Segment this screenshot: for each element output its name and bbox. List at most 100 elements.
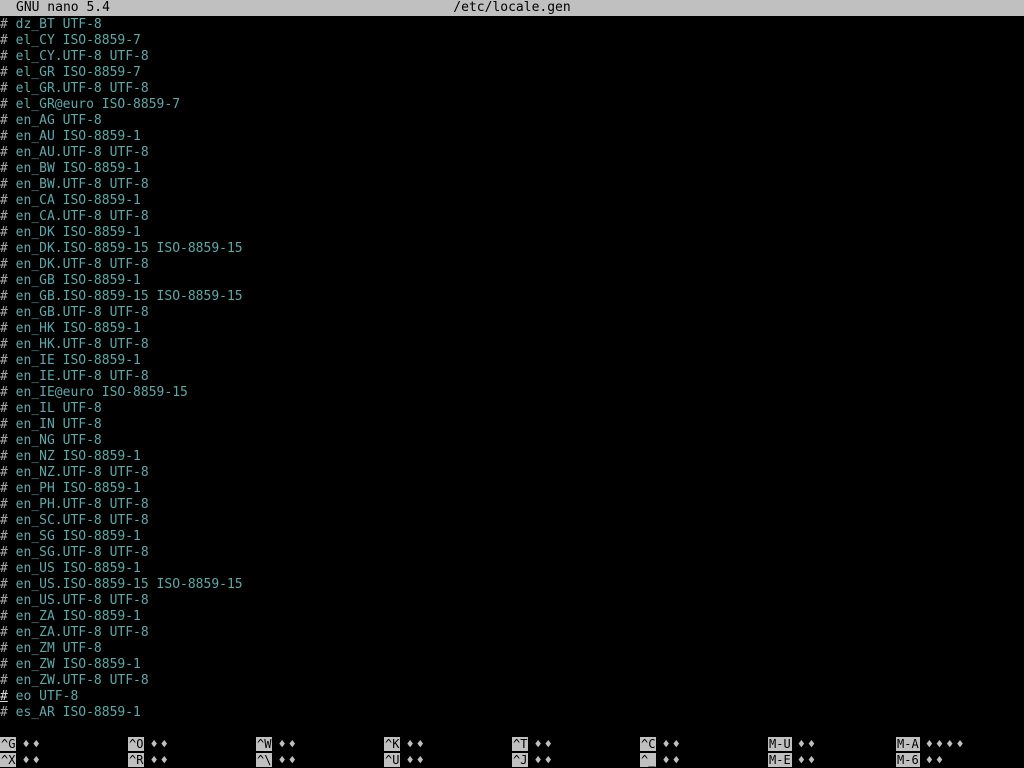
shortcut-label: ♦♦ [797,753,819,767]
editor-line[interactable]: # en_SG ISO-8859-1 [0,529,1024,545]
comment-marker: # [0,33,8,48]
line-text: dz_BT UTF-8 [7,17,102,32]
editor-line[interactable]: # en_PH.UTF-8 UTF-8 [0,497,1024,513]
line-text: es_AR ISO-8859-1 [7,705,141,720]
editor-line[interactable]: # en_DK ISO-8859-1 [0,225,1024,241]
line-text: en_ZM UTF-8 [7,641,102,656]
editor-line[interactable]: # en_BW.UTF-8 UTF-8 [0,177,1024,193]
editor-line[interactable]: # el_CY ISO-8859-7 [0,33,1024,49]
comment-marker: # [0,449,8,464]
editor-line[interactable]: # en_ZM UTF-8 [0,641,1024,657]
editor-line[interactable]: # en_US.UTF-8 UTF-8 [0,593,1024,609]
shortcut-label: ♦♦ [797,737,819,751]
shortcut-item[interactable]: ^T ♦♦ [512,737,555,752]
editor-line[interactable]: # el_GR.UTF-8 UTF-8 [0,81,1024,97]
shortcut-item[interactable]: ^\ ♦♦ [256,753,299,768]
comment-marker: # [0,609,8,624]
editor-line[interactable]: # en_NZ.UTF-8 UTF-8 [0,465,1024,481]
editor-line[interactable]: # en_ZA ISO-8859-1 [0,609,1024,625]
editor-line[interactable]: # en_IE.UTF-8 UTF-8 [0,369,1024,385]
editor-line[interactable]: # en_CA.UTF-8 UTF-8 [0,209,1024,225]
editor-line[interactable]: # el_GR ISO-8859-7 [0,65,1024,81]
editor-line[interactable]: # el_CY.UTF-8 UTF-8 [0,49,1024,65]
comment-marker: # [0,305,8,320]
editor-line[interactable]: # en_AU.UTF-8 UTF-8 [0,145,1024,161]
editor-line[interactable]: # en_IN UTF-8 [0,417,1024,433]
editor-line[interactable]: # en_GB ISO-8859-1 [0,273,1024,289]
shortcut-key: ^_ [640,753,657,767]
editor-line[interactable]: # dz_BT UTF-8 [0,17,1024,33]
comment-marker: # [0,177,8,192]
editor-line[interactable]: # en_US ISO-8859-1 [0,561,1024,577]
comment-marker: # [0,641,8,656]
comment-marker: # [0,417,8,432]
editor-line[interactable]: # en_HK.UTF-8 UTF-8 [0,337,1024,353]
editor-line[interactable]: # en_NG UTF-8 [0,433,1024,449]
comment-marker: # [0,529,8,544]
editor-line[interactable]: # en_SG.UTF-8 UTF-8 [0,545,1024,561]
editor-line[interactable]: # eo UTF-8 [0,689,1024,705]
comment-marker: # [0,593,8,608]
editor-line[interactable]: # en_NZ ISO-8859-1 [0,449,1024,465]
shortcut-item[interactable]: ^W ♦♦ [256,737,299,752]
editor-line[interactable]: # en_US.ISO-8859-15 ISO-8859-15 [0,577,1024,593]
shortcut-item[interactable]: ^O ♦♦ [128,737,171,752]
editor-line[interactable]: # en_HK ISO-8859-1 [0,321,1024,337]
line-text: eo UTF-8 [7,689,79,704]
comment-marker: # [0,161,8,176]
editor-line[interactable]: # en_GB.ISO-8859-15 ISO-8859-15 [0,289,1024,305]
shortcut-key: ^C [640,737,657,751]
editor-line[interactable]: # en_AG UTF-8 [0,113,1024,129]
comment-marker: # [0,193,8,208]
line-text: en_IE@euro ISO-8859-15 [7,385,188,400]
shortcut-item[interactable]: ^U ♦♦ [384,753,427,768]
comment-marker: # [0,465,8,480]
line-text: el_CY.UTF-8 UTF-8 [7,49,149,64]
editor-line[interactable]: # en_DK.UTF-8 UTF-8 [0,257,1024,273]
shortcut-item[interactable]: ^_ ♦♦ [640,753,683,768]
editor-line[interactable]: # en_IE ISO-8859-1 [0,353,1024,369]
shortcut-item[interactable]: M-A ♦♦♦♦ [896,737,967,752]
editor-line[interactable]: # el_GR@euro ISO-8859-7 [0,97,1024,113]
line-text: en_SG ISO-8859-1 [7,529,141,544]
editor-line[interactable]: # en_IL UTF-8 [0,401,1024,417]
comment-marker: # [0,401,8,416]
shortcut-item[interactable]: ^K ♦♦ [384,737,427,752]
editor-line[interactable]: # en_AU ISO-8859-1 [0,129,1024,145]
editor-line[interactable]: # en_ZW.UTF-8 UTF-8 [0,673,1024,689]
comment-marker: # [0,369,8,384]
shortcut-bar: ^G ♦♦ ^O ♦♦ ^W ♦♦ ^K ♦♦ ^T ♦♦ ^C ♦♦ M-U ♦♦ M-A ♦♦♦♦ ^X ♦♦… [0,737,1024,768]
line-text: en_GB ISO-8859-1 [7,273,141,288]
shortcut-label: ♦♦ [662,753,683,767]
shortcut-item[interactable]: ^X ♦♦ [0,753,43,768]
shortcut-label: ♦♦ [150,737,171,751]
editor-line[interactable]: # en_SC.UTF-8 UTF-8 [0,513,1024,529]
editor-area[interactable]: # dz_BT UTF-8 # el_CY ISO-8859-7 # el_CY.U… [0,17,1024,721]
shortcut-item[interactable]: M-6 ♦♦ [896,753,946,768]
editor-line[interactable]: # en_ZW ISO-8859-1 [0,657,1024,673]
editor-line[interactable]: # en_GB.UTF-8 UTF-8 [0,305,1024,321]
editor-line[interactable]: # en_BW ISO-8859-1 [0,161,1024,177]
shortcut-item[interactable]: ^C ♦♦ [640,737,683,752]
editor-line[interactable]: # en_PH ISO-8859-1 [0,481,1024,497]
shortcut-item[interactable]: M-E ♦♦ [768,753,818,768]
shortcut-key: M-E [768,753,792,767]
editor-line[interactable]: # en_DK.ISO-8859-15 ISO-8859-15 [0,241,1024,257]
editor-line[interactable]: # en_CA ISO-8859-1 [0,193,1024,209]
comment-marker: # [0,625,8,640]
line-text: en_IE ISO-8859-1 [7,353,141,368]
shortcut-item[interactable]: M-U ♦♦ [768,737,818,752]
line-text: en_ZW.UTF-8 UTF-8 [7,673,149,688]
shortcut-label: ♦♦ [406,737,427,751]
shortcut-key: ^O [128,737,145,751]
editor-line[interactable]: # es_AR ISO-8859-1 [0,705,1024,721]
editor-line[interactable]: # en_ZA.UTF-8 UTF-8 [0,625,1024,641]
editor-line[interactable]: # en_IE@euro ISO-8859-15 [0,385,1024,401]
line-text: en_US ISO-8859-1 [7,561,141,576]
shortcut-key: ^G [0,737,17,751]
shortcut-item[interactable]: ^G ♦♦ [0,737,43,752]
comment-marker: # [0,337,8,352]
shortcut-item[interactable]: ^R ♦♦ [128,753,171,768]
shortcut-item[interactable]: ^J ♦♦ [512,753,555,768]
shortcut-label: ♦♦ [534,737,555,751]
